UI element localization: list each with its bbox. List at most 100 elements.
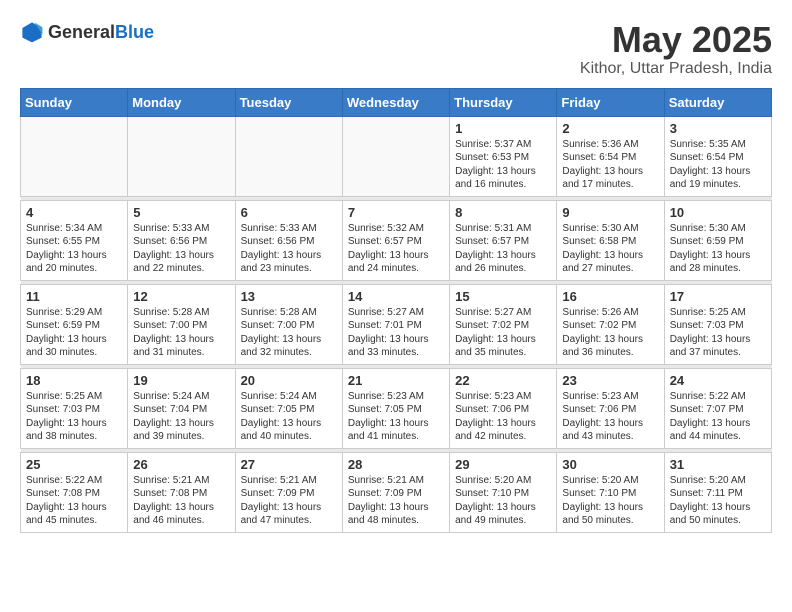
calendar-cell: 9Sunrise: 5:30 AM Sunset: 6:58 PM Daylig… — [557, 200, 664, 280]
day-number: 13 — [241, 289, 337, 304]
day-number: 24 — [670, 373, 766, 388]
day-number: 20 — [241, 373, 337, 388]
calendar-cell: 28 Sunrise: 5:21 AM Sunset: 7:09 PM Dayli… — [342, 452, 449, 532]
location-title: Kithor, Uttar Pradesh, India — [580, 60, 772, 78]
day-number: 28 — [348, 457, 444, 472]
day-number: 22 — [455, 373, 551, 388]
day-number: 17 — [670, 289, 766, 304]
calendar-header-row: SundayMondayTuesdayWednesdayThursdayFrid… — [21, 88, 772, 116]
calendar-cell: 23 Sunrise: 5:23 AM Sunset: 7:06 PM Dayli… — [557, 368, 664, 448]
calendar-table: SundayMondayTuesdayWednesdayThursdayFrid… — [20, 88, 772, 533]
calendar-cell: 26 Sunrise: 5:21 AM Sunset: 7:08 PM Dayli… — [128, 452, 235, 532]
day-info: Sunrise: 5:36 AM Sunset: 6:54 PM Dayligh… — [562, 138, 658, 192]
logo-blue: Blue — [115, 22, 154, 42]
day-info: Sunrise: 5:33 AM Sunset: 6:56 PM Dayligh… — [133, 222, 229, 276]
logo-icon — [20, 20, 44, 44]
calendar-cell: 3 Sunrise: 5:35 AM Sunset: 6:54 PM Daylig… — [664, 116, 771, 196]
calendar-body: 1Sunrise: 5:37 AM Sunset: 6:53 PM Daylig… — [21, 116, 772, 532]
day-number: 16 — [562, 289, 658, 304]
day-info: Sunrise: 5:26 AM Sunset: 7:02 PM Dayligh… — [562, 306, 658, 360]
calendar-cell: 17Sunrise: 5:25 AM Sunset: 7:03 PM Dayli… — [664, 284, 771, 364]
day-number: 7 — [348, 205, 444, 220]
day-number: 11 — [26, 289, 122, 304]
month-title: May 2025 — [580, 20, 772, 60]
day-number: 8 — [455, 205, 551, 220]
calendar-cell: 5 Sunrise: 5:33 AM Sunset: 6:56 PM Daylig… — [128, 200, 235, 280]
day-info: Sunrise: 5:23 AM Sunset: 7:06 PM Dayligh… — [455, 390, 551, 444]
weekday-header: Thursday — [450, 88, 557, 116]
day-number: 31 — [670, 457, 766, 472]
day-info: Sunrise: 5:32 AM Sunset: 6:57 PM Dayligh… — [348, 222, 444, 276]
day-info: Sunrise: 5:31 AM Sunset: 6:57 PM Dayligh… — [455, 222, 551, 276]
day-number: 3 — [670, 121, 766, 136]
calendar-cell: 7 Sunrise: 5:32 AM Sunset: 6:57 PM Daylig… — [342, 200, 449, 280]
day-info: Sunrise: 5:27 AM Sunset: 7:01 PM Dayligh… — [348, 306, 444, 360]
day-number: 2 — [562, 121, 658, 136]
day-info: Sunrise: 5:29 AM Sunset: 6:59 PM Dayligh… — [26, 306, 122, 360]
day-number: 14 — [348, 289, 444, 304]
day-number: 5 — [133, 205, 229, 220]
day-number: 29 — [455, 457, 551, 472]
logo-general: General — [48, 22, 115, 42]
calendar-cell: 11 Sunrise: 5:29 AM Sunset: 6:59 PM Dayli… — [21, 284, 128, 364]
weekday-header: Wednesday — [342, 88, 449, 116]
day-info: Sunrise: 5:25 AM Sunset: 7:03 PM Dayligh… — [26, 390, 122, 444]
weekday-header: Sunday — [21, 88, 128, 116]
calendar-cell: 1Sunrise: 5:37 AM Sunset: 6:53 PM Daylig… — [450, 116, 557, 196]
calendar-cell: 4 Sunrise: 5:34 AM Sunset: 6:55 PM Daylig… — [21, 200, 128, 280]
day-info: Sunrise: 5:28 AM Sunset: 7:00 PM Dayligh… — [241, 306, 337, 360]
calendar-cell: 6Sunrise: 5:33 AM Sunset: 6:56 PM Daylig… — [235, 200, 342, 280]
day-number: 15 — [455, 289, 551, 304]
day-info: Sunrise: 5:21 AM Sunset: 7:09 PM Dayligh… — [348, 474, 444, 528]
day-info: Sunrise: 5:23 AM Sunset: 7:06 PM Dayligh… — [562, 390, 658, 444]
weekday-header: Tuesday — [235, 88, 342, 116]
day-info: Sunrise: 5:22 AM Sunset: 7:08 PM Dayligh… — [26, 474, 122, 528]
calendar-cell: 14 Sunrise: 5:27 AM Sunset: 7:01 PM Dayli… — [342, 284, 449, 364]
weekday-header: Monday — [128, 88, 235, 116]
calendar-cell: 25 Sunrise: 5:22 AM Sunset: 7:08 PM Dayli… — [21, 452, 128, 532]
calendar-cell: 8 Sunrise: 5:31 AM Sunset: 6:57 PM Daylig… — [450, 200, 557, 280]
day-number: 21 — [348, 373, 444, 388]
weekday-header: Friday — [557, 88, 664, 116]
day-info: Sunrise: 5:30 AM Sunset: 6:58 PM Dayligh… — [562, 222, 658, 276]
day-info: Sunrise: 5:23 AM Sunset: 7:05 PM Dayligh… — [348, 390, 444, 444]
calendar-cell: 29 Sunrise: 5:20 AM Sunset: 7:10 PM Dayli… — [450, 452, 557, 532]
calendar-cell — [342, 116, 449, 196]
day-number: 25 — [26, 457, 122, 472]
day-number: 30 — [562, 457, 658, 472]
calendar-cell: 20 Sunrise: 5:24 AM Sunset: 7:05 PM Dayli… — [235, 368, 342, 448]
calendar-cell: 30Sunrise: 5:20 AM Sunset: 7:10 PM Dayli… — [557, 452, 664, 532]
calendar-cell: 19Sunrise: 5:24 AM Sunset: 7:04 PM Dayli… — [128, 368, 235, 448]
day-info: Sunrise: 5:35 AM Sunset: 6:54 PM Dayligh… — [670, 138, 766, 192]
calendar-cell: 18 Sunrise: 5:25 AM Sunset: 7:03 PM Dayli… — [21, 368, 128, 448]
calendar-cell: 15 Sunrise: 5:27 AM Sunset: 7:02 PM Dayli… — [450, 284, 557, 364]
calendar-week-row: 18 Sunrise: 5:25 AM Sunset: 7:03 PM Dayli… — [21, 368, 772, 448]
calendar-cell — [128, 116, 235, 196]
title-area: May 2025 Kithor, Uttar Pradesh, India — [580, 20, 772, 78]
calendar-cell — [21, 116, 128, 196]
calendar-cell: 22 Sunrise: 5:23 AM Sunset: 7:06 PM Dayli… — [450, 368, 557, 448]
calendar-week-row: 4 Sunrise: 5:34 AM Sunset: 6:55 PM Daylig… — [21, 200, 772, 280]
day-number: 10 — [670, 205, 766, 220]
day-number: 23 — [562, 373, 658, 388]
calendar-week-row: 1Sunrise: 5:37 AM Sunset: 6:53 PM Daylig… — [21, 116, 772, 196]
calendar-cell: 27Sunrise: 5:21 AM Sunset: 7:09 PM Dayli… — [235, 452, 342, 532]
calendar-cell: 12Sunrise: 5:28 AM Sunset: 7:00 PM Dayli… — [128, 284, 235, 364]
day-info: Sunrise: 5:24 AM Sunset: 7:05 PM Dayligh… — [241, 390, 337, 444]
weekday-header: Saturday — [664, 88, 771, 116]
day-number: 4 — [26, 205, 122, 220]
day-info: Sunrise: 5:30 AM Sunset: 6:59 PM Dayligh… — [670, 222, 766, 276]
day-info: Sunrise: 5:24 AM Sunset: 7:04 PM Dayligh… — [133, 390, 229, 444]
calendar-cell: 21 Sunrise: 5:23 AM Sunset: 7:05 PM Dayli… — [342, 368, 449, 448]
day-info: Sunrise: 5:21 AM Sunset: 7:08 PM Dayligh… — [133, 474, 229, 528]
calendar-cell: 2 Sunrise: 5:36 AM Sunset: 6:54 PM Daylig… — [557, 116, 664, 196]
day-info: Sunrise: 5:21 AM Sunset: 7:09 PM Dayligh… — [241, 474, 337, 528]
calendar-cell — [235, 116, 342, 196]
day-number: 6 — [241, 205, 337, 220]
day-info: Sunrise: 5:20 AM Sunset: 7:11 PM Dayligh… — [670, 474, 766, 528]
day-number: 18 — [26, 373, 122, 388]
day-info: Sunrise: 5:27 AM Sunset: 7:02 PM Dayligh… — [455, 306, 551, 360]
day-info: Sunrise: 5:34 AM Sunset: 6:55 PM Dayligh… — [26, 222, 122, 276]
day-info: Sunrise: 5:20 AM Sunset: 7:10 PM Dayligh… — [455, 474, 551, 528]
day-number: 26 — [133, 457, 229, 472]
